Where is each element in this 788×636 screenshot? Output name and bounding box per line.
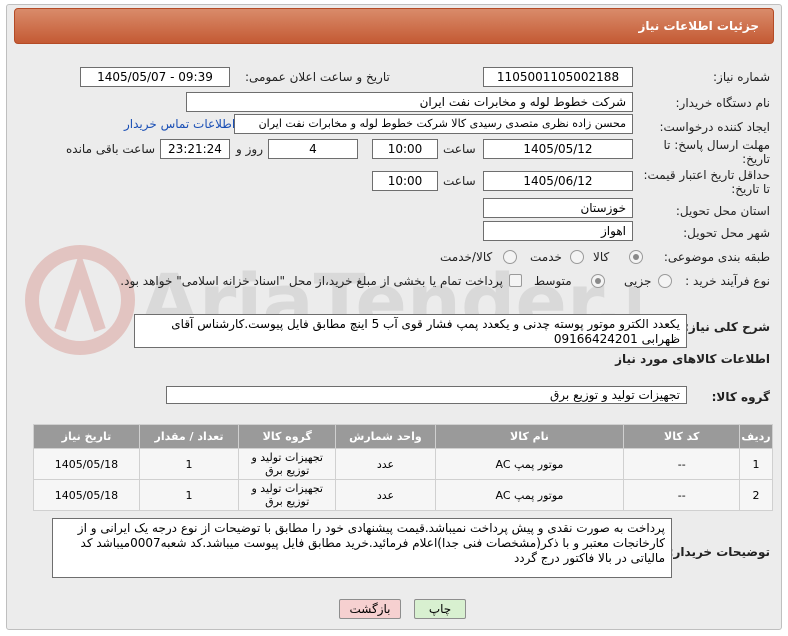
header-bar: جزئیات اطلاعات نیاز bbox=[14, 8, 774, 44]
deadline-time-field: 10:00 bbox=[372, 139, 438, 159]
validity-label: حداقل تاریخ اعتبار قیمت: bbox=[643, 168, 770, 182]
print-button[interactable]: چاپ bbox=[414, 599, 466, 619]
deadline-label-2: تاریخ: bbox=[742, 152, 770, 166]
cell-code: -- bbox=[623, 479, 741, 511]
items-table: ردیف کد کالا نام کالا واحد شمارش گروه کا… bbox=[33, 424, 773, 511]
need-number-field: 1105001105002188 bbox=[483, 67, 633, 87]
category-radio-goods[interactable] bbox=[629, 250, 643, 264]
col-date-header: تاریخ نیاز bbox=[33, 424, 140, 449]
goods-info-label: اطلاعات کالاهای مورد نیاز bbox=[615, 352, 770, 366]
table-row[interactable]: 2 -- موتور پمپ AC عدد تجهیزات تولید و تو… bbox=[33, 479, 773, 511]
category-label: طبقه بندی موضوعی: bbox=[663, 250, 770, 264]
buyer-notes-field: پرداخت به صورت نقدی و پیش پرداخت نمیباشد… bbox=[52, 518, 672, 578]
category-option-both: کالا/خدمت bbox=[440, 250, 493, 264]
process-radio-minor[interactable] bbox=[658, 274, 672, 288]
process-label: نوع فرآیند خرید : bbox=[685, 274, 770, 288]
validity-time-label: ساعت bbox=[443, 174, 476, 188]
cell-group: تجهیزات تولید و توزیع برق bbox=[238, 448, 337, 480]
col-code-header: کد کالا bbox=[623, 424, 741, 449]
payment-note: پرداخت تمام یا بخشی از مبلغ خرید،از محل … bbox=[120, 274, 503, 288]
process-radio-medium[interactable] bbox=[591, 274, 605, 288]
category-radio-service[interactable] bbox=[570, 250, 584, 264]
cell-row: 1 bbox=[739, 448, 773, 480]
col-unit-header: واحد شمارش bbox=[335, 424, 436, 449]
category-option-service: خدمت bbox=[530, 250, 562, 264]
deadline-time-label: ساعت bbox=[443, 142, 476, 156]
requester-field: محسن زاده نظری متصدی رسیدی کالا شرکت خطو… bbox=[234, 114, 633, 134]
remaining-label: ساعت باقی مانده bbox=[66, 142, 156, 156]
goods-group-field: تجهیزات تولید و توزیع برق bbox=[166, 386, 687, 404]
city-label: شهر محل تحویل: bbox=[683, 226, 770, 240]
need-number-label: شماره نیاز: bbox=[713, 70, 770, 84]
general-desc-field: یکعدد الکترو موتور پوسته چدنی و یکعدد پم… bbox=[134, 314, 687, 348]
col-qty-header: تعداد / مقدار bbox=[138, 424, 240, 449]
treasury-checkbox[interactable] bbox=[509, 274, 522, 287]
cell-unit: عدد bbox=[335, 448, 436, 480]
announce-label: تاریخ و ساعت اعلان عمومی: bbox=[245, 70, 390, 84]
table-row[interactable]: 1 -- موتور پمپ AC عدد تجهیزات تولید و تو… bbox=[33, 448, 773, 480]
city-field: اهواز bbox=[483, 221, 633, 241]
cell-qty: 1 bbox=[138, 448, 240, 480]
cell-qty: 1 bbox=[138, 479, 240, 511]
goods-group-label: گروه کالا: bbox=[711, 390, 770, 404]
buyer-org-field: شرکت خطوط لوله و مخابرات نفت ایران bbox=[186, 92, 633, 112]
back-button[interactable]: بازگشت bbox=[339, 599, 401, 619]
province-field: خوزستان bbox=[483, 198, 633, 218]
validity-label-2: تا تاریخ: bbox=[731, 182, 770, 196]
cell-code: -- bbox=[623, 448, 741, 480]
validity-time-field: 10:00 bbox=[372, 171, 438, 191]
requester-label: ایجاد کننده درخواست: bbox=[659, 120, 770, 134]
process-option-minor: جزیی bbox=[624, 274, 652, 288]
deadline-date-field: 1405/05/12 bbox=[483, 139, 633, 159]
category-radio-both[interactable] bbox=[503, 250, 517, 264]
contact-info-link[interactable]: اطلاعات تماس خریدار bbox=[124, 117, 235, 131]
table-header-row: ردیف کد کالا نام کالا واحد شمارش گروه کا… bbox=[33, 424, 773, 449]
cell-name: موتور پمپ AC bbox=[434, 479, 625, 511]
cell-name: موتور پمپ AC bbox=[434, 448, 625, 480]
cell-date: 1405/05/18 bbox=[33, 448, 140, 480]
deadline-label: مهلت ارسال پاسخ: تا bbox=[663, 138, 770, 152]
province-label: استان محل تحویل: bbox=[675, 204, 770, 218]
remaining-time-field: 23:21:24 bbox=[160, 139, 230, 159]
cell-group: تجهیزات تولید و توزیع برق bbox=[238, 479, 337, 511]
days-label: روز و bbox=[236, 142, 263, 156]
page-title: جزئیات اطلاعات نیاز bbox=[638, 19, 759, 33]
buyer-org-label: نام دستگاه خریدار: bbox=[675, 96, 771, 110]
general-desc-label: شرح کلی نیاز: bbox=[684, 320, 770, 334]
col-row-header: ردیف bbox=[739, 424, 773, 449]
process-option-medium: متوسط bbox=[534, 274, 572, 288]
cell-unit: عدد bbox=[335, 479, 436, 511]
category-option-goods: کالا bbox=[593, 250, 610, 264]
validity-date-field: 1405/06/12 bbox=[483, 171, 633, 191]
announce-field: 1405/05/07 - 09:39 bbox=[80, 67, 230, 87]
col-name-header: نام کالا bbox=[434, 424, 625, 449]
days-field: 4 bbox=[268, 139, 358, 159]
cell-date: 1405/05/18 bbox=[33, 479, 140, 511]
cell-row: 2 bbox=[739, 479, 773, 511]
col-group-header: گروه کالا bbox=[238, 424, 337, 449]
buyer-notes-label: توضیحات خریدار: bbox=[668, 545, 770, 559]
